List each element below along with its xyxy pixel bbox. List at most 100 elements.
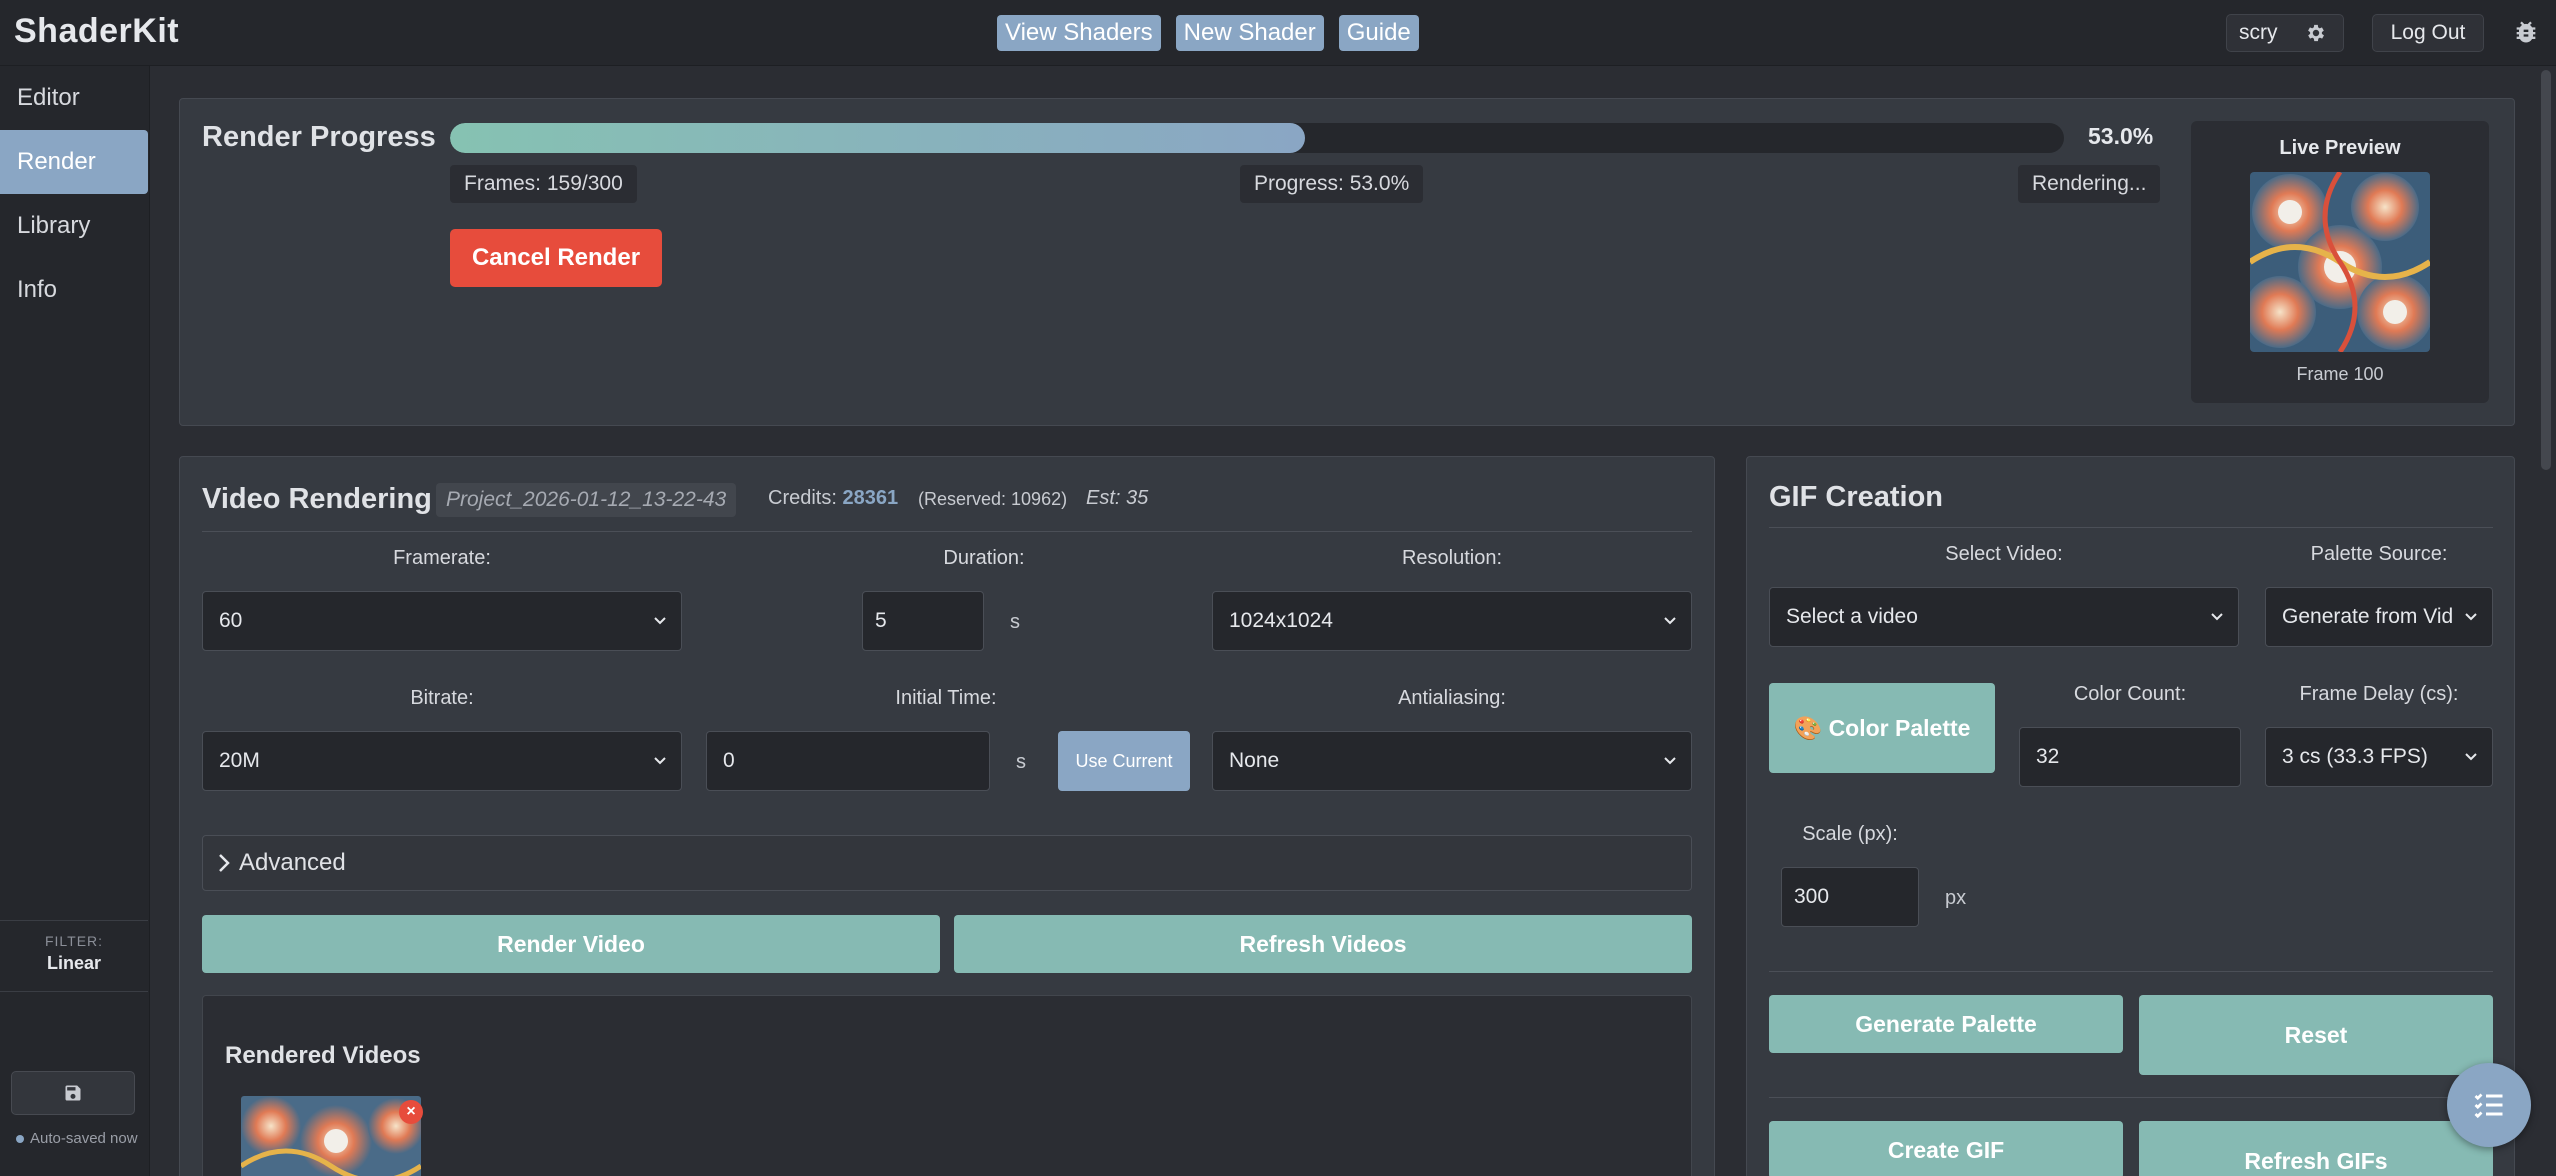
antialiasing-select[interactable]: None (1212, 731, 1692, 791)
page-scrollbar[interactable] (2541, 70, 2551, 470)
scale-label: Scale (px): (1781, 823, 1919, 846)
frame-delay-label: Frame Delay (cs): (2265, 683, 2493, 706)
credits-label: Credits: (768, 487, 837, 509)
divider (1769, 971, 2493, 972)
sidebar-item-render[interactable]: Render (0, 130, 148, 194)
framerate-select[interactable]: 60 (202, 591, 682, 651)
resolution-label: Resolution: (1212, 547, 1692, 570)
scale-input[interactable]: 300 (1781, 867, 1919, 927)
app-title[interactable]: ShaderKit (14, 12, 179, 51)
select-video-dropdown[interactable]: Select a video (1769, 587, 2239, 647)
logout-button[interactable]: Log Out (2372, 14, 2484, 52)
color-count-input[interactable]: 32 (2019, 727, 2241, 787)
filter-label: FILTER: (0, 933, 148, 949)
progress-percent: 53.0% (2088, 123, 2153, 150)
antialiasing-label: Antialiasing: (1212, 687, 1692, 710)
sidebar-item-info[interactable]: Info (0, 258, 148, 322)
rendered-videos-title: Rendered Videos (225, 1042, 421, 1070)
divider (202, 531, 1692, 532)
initial-time-input[interactable]: 0 (706, 731, 990, 791)
checklist-icon (2471, 1087, 2507, 1123)
new-shader-button[interactable]: New Shader (1176, 15, 1324, 51)
refresh-gifs-button[interactable]: Refresh GIFs (2139, 1121, 2493, 1176)
chevron-down-icon (2464, 750, 2478, 764)
divider (1769, 1097, 2493, 1098)
delete-video-button[interactable]: × (399, 1100, 423, 1124)
chevron-down-icon (2210, 610, 2224, 624)
filter-indicator[interactable]: FILTER: Linear (0, 920, 148, 992)
chevron-down-icon (653, 754, 667, 768)
bitrate-label: Bitrate: (202, 687, 682, 710)
video-rendering-title: Video Rendering (202, 483, 432, 516)
color-count-label: Color Count: (2019, 683, 2241, 706)
autosave-status: Auto-saved now (16, 1130, 144, 1148)
bitrate-value: 20M (219, 749, 260, 773)
sidebar: Editor Render Library Info FILTER: Linea… (0, 66, 150, 1176)
advanced-label: Advanced (239, 849, 346, 877)
live-preview-title: Live Preview (2191, 137, 2489, 160)
autosave-text: Auto-saved now (30, 1130, 138, 1147)
top-nav: View Shaders New Shader Guide (997, 15, 1419, 51)
progress-fill (450, 123, 1305, 153)
render-progress-panel: Render Progress 53.0% Frames: 159/300 Pr… (179, 98, 2515, 426)
credits: Credits: 28361 (768, 487, 898, 510)
frames-counter: Frames: 159/300 (450, 165, 637, 203)
project-name[interactable]: Project_2026-01-12_13-22-43 (436, 483, 736, 517)
use-current-button[interactable]: Use Current (1058, 731, 1190, 791)
task-list-fab[interactable] (2447, 1063, 2531, 1147)
select-video-label: Select Video: (1769, 543, 2239, 566)
video-rendering-panel: Video Rendering Project_2026-01-12_13-22… (179, 456, 1715, 1176)
refresh-videos-button[interactable]: Refresh Videos (954, 915, 1692, 973)
estimate: Est: 35 (1086, 487, 1148, 510)
save-icon (63, 1083, 83, 1103)
advanced-toggle[interactable]: Advanced (202, 835, 1692, 891)
live-preview: Live Preview (2191, 121, 2489, 403)
color-palette-button[interactable]: 🎨 Color Palette (1769, 683, 1995, 773)
guide-button[interactable]: Guide (1339, 15, 1419, 51)
bug-icon[interactable] (2512, 18, 2540, 46)
framerate-value: 60 (219, 609, 242, 633)
gif-creation-panel: GIF Creation Select Video: Select a vide… (1746, 456, 2515, 1176)
user-menu[interactable]: scry (2226, 14, 2344, 52)
duration-input[interactable]: 5 (862, 591, 984, 651)
generate-palette-button[interactable]: Generate Palette (1769, 995, 2123, 1053)
chevron-down-icon (1663, 614, 1677, 628)
scale-value: 300 (1794, 885, 1829, 909)
framerate-label: Framerate: (202, 547, 682, 570)
progress-label: Progress: 53.0% (1240, 165, 1423, 203)
chevron-right-icon (215, 852, 233, 874)
gif-creation-title: GIF Creation (1769, 481, 1943, 514)
chevron-down-icon (2464, 610, 2478, 624)
initial-time-unit: s (1016, 751, 1026, 774)
cancel-render-button[interactable]: Cancel Render (450, 229, 662, 287)
gear-icon[interactable] (2305, 22, 2327, 44)
render-status: Rendering... (2018, 165, 2160, 203)
top-bar: ShaderKit View Shaders New Shader Guide … (0, 0, 2556, 66)
view-shaders-button[interactable]: View Shaders (997, 15, 1161, 51)
live-preview-frame: Frame 100 (2191, 364, 2489, 385)
duration-value: 5 (875, 609, 887, 633)
palette-source-value: Generate from Vid (2282, 605, 2453, 629)
credits-value: 28361 (842, 487, 898, 509)
select-video-value: Select a video (1786, 605, 1918, 629)
frame-delay-select[interactable]: 3 cs (33.3 FPS) (2265, 727, 2493, 787)
create-gif-button[interactable]: Create GIF (1769, 1121, 2123, 1176)
render-video-button[interactable]: Render Video (202, 915, 940, 973)
video-thumbnail[interactable] (241, 1096, 421, 1176)
live-preview-image (2250, 172, 2430, 352)
divider (1769, 527, 2493, 528)
save-button[interactable] (11, 1071, 135, 1115)
sidebar-item-editor[interactable]: Editor (0, 66, 148, 130)
filter-value: Linear (0, 953, 148, 974)
reserved-credits: (Reserved: 10962) (918, 489, 1067, 510)
bitrate-select[interactable]: 20M (202, 731, 682, 791)
reset-button[interactable]: Reset (2139, 995, 2493, 1075)
duration-unit: s (1010, 611, 1020, 634)
resolution-select[interactable]: 1024x1024 (1212, 591, 1692, 651)
palette-source-dropdown[interactable]: Generate from Vid (2265, 587, 2493, 647)
sidebar-item-library[interactable]: Library (0, 194, 148, 258)
chevron-down-icon (1663, 754, 1677, 768)
initial-time-label: Initial Time: (706, 687, 1186, 710)
chevron-down-icon (653, 614, 667, 628)
autosave-dot (16, 1135, 24, 1143)
